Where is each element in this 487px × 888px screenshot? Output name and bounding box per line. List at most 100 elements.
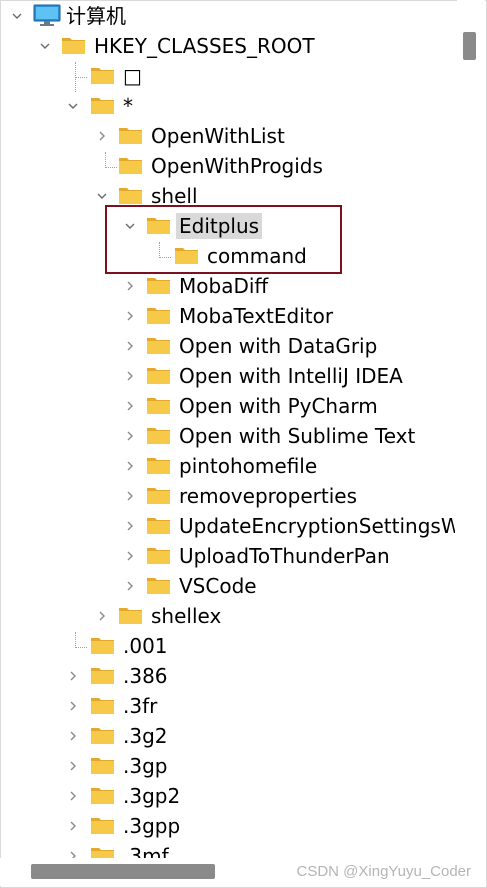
chevron-down-icon[interactable] [40,41,50,51]
chevron-right-icon[interactable] [125,431,135,441]
tree-node-label: .3gp [123,754,168,778]
tree-node[interactable]: .3gp2 [0,782,455,812]
folder-icon [118,605,143,625]
chevron-right-icon[interactable] [68,761,78,771]
tree-node[interactable]: OpenWithProgids [0,152,455,182]
tree-node[interactable]: shellex [0,602,455,632]
chevron-right-icon[interactable] [125,281,135,291]
tree-node[interactable]: command [0,242,455,272]
tree-node-label: * [123,94,133,118]
computer-icon [33,4,61,28]
tree-node[interactable]: Editplus [0,212,455,242]
tree-node[interactable]: * [0,92,455,122]
tree-node-hkcr[interactable]: HKEY_CLASSES_ROOT [0,32,455,62]
folder-icon [146,215,171,235]
chevron-down-icon[interactable] [125,221,135,231]
chevron-right-icon[interactable] [125,581,135,591]
tree-node-label: .3g2 [123,724,168,748]
chevron-right-icon[interactable] [68,731,78,741]
chevron-right-icon[interactable] [125,461,135,471]
tree-node-label: .3mf [123,844,169,858]
chevron-right-icon[interactable] [125,311,135,321]
chevron-right-icon[interactable] [125,371,135,381]
vertical-scrollbar[interactable] [457,0,485,858]
tree-node-label: OpenWithList [151,124,285,148]
folder-icon [90,815,115,835]
folder-icon [146,365,171,385]
chevron-down-icon[interactable] [68,101,78,111]
chevron-right-icon[interactable] [125,401,135,411]
tree-node-computer[interactable]: 计算机 [0,2,455,32]
folder-icon [90,695,115,715]
tree-node[interactable]: □ [0,62,455,92]
folder-icon [146,305,171,325]
tree-node[interactable]: MobaTextEditor [0,302,455,332]
folder-icon [118,155,143,175]
chevron-right-icon[interactable] [68,851,78,858]
chevron-right-icon[interactable] [68,701,78,711]
tree-node[interactable]: .3gp [0,752,455,782]
tree-node[interactable]: Open with DataGrip [0,332,455,362]
tree-node[interactable]: .001 [0,632,455,662]
tree-node[interactable]: .386 [0,662,455,692]
chevron-right-icon[interactable] [125,341,135,351]
tree-node-label: .3fr [123,694,158,718]
tree-node-label: .386 [123,664,168,688]
chevron-right-icon[interactable] [68,821,78,831]
tree-node[interactable]: .3gpp [0,812,455,842]
folder-icon [146,395,171,415]
tree-node-label: OpenWithProgids [151,154,323,178]
folder-icon [61,35,86,55]
chevron-right-icon[interactable] [125,521,135,531]
vertical-scrollbar-thumb[interactable] [463,32,476,60]
chevron-right-icon[interactable] [68,791,78,801]
tree-node[interactable]: UpdateEncryptionSettingsW [0,512,455,542]
folder-icon [146,275,171,295]
tree-node[interactable]: .3g2 [0,722,455,752]
chevron-right-icon[interactable] [125,551,135,561]
tree-node[interactable]: shell [0,182,455,212]
chevron-right-icon[interactable] [68,671,78,681]
tree-node-label: UpdateEncryptionSettingsW [179,514,455,538]
tree-node-label: HKEY_CLASSES_ROOT [94,34,315,58]
folder-icon [146,335,171,355]
folder-icon [118,185,143,205]
tree-node[interactable]: Open with Sublime Text [0,422,455,452]
watermark-text: CSDN @XingYuyu_Coder [296,863,471,880]
tree-node[interactable]: pintohomefile [0,452,455,482]
tree-node-label-selected: Editplus [176,213,263,239]
tree-node-label: Open with IntelliJ IDEA [179,364,403,388]
folder-icon [146,515,171,535]
horizontal-scrollbar-thumb[interactable] [31,864,215,879]
folder-icon [146,485,171,505]
tree-node-label: removeproperties [179,484,358,508]
chevron-down-icon[interactable] [12,11,22,21]
chevron-down-icon[interactable] [97,191,107,201]
tree-node-label: MobaTextEditor [179,304,334,328]
tree-node-label: Open with DataGrip [179,334,378,358]
tree-node[interactable]: Open with IntelliJ IDEA [0,362,455,392]
tree-node[interactable]: Open with PyCharm [0,392,455,422]
tree-node-label: Open with PyCharm [179,394,378,418]
tree-node[interactable]: .3fr [0,692,455,722]
folder-icon [146,455,171,475]
tree-node-label: UploadToThunderPan [179,544,390,568]
folder-icon [90,725,115,745]
tree-node[interactable]: OpenWithList [0,122,455,152]
chevron-right-icon[interactable] [97,611,107,621]
tree-node[interactable]: removeproperties [0,482,455,512]
folder-icon [90,65,115,85]
tree-node-label: VSCode [179,574,257,598]
tree-node[interactable]: .3mf [0,842,455,858]
chevron-right-icon[interactable] [125,491,135,501]
tree-node[interactable]: MobaDiff [0,272,455,302]
tree-node-label: .001 [123,634,168,658]
registry-tree: 计算机 HKEY_CLASSES_ROOT □ * OpenWithList Open… [0,0,455,858]
tree-node-label: .3gp2 [123,784,181,808]
folder-icon [90,755,115,775]
folder-icon [146,575,171,595]
folder-icon [146,545,171,565]
tree-node[interactable]: VSCode [0,572,455,602]
chevron-right-icon[interactable] [97,131,107,141]
tree-node[interactable]: UploadToThunderPan [0,542,455,572]
